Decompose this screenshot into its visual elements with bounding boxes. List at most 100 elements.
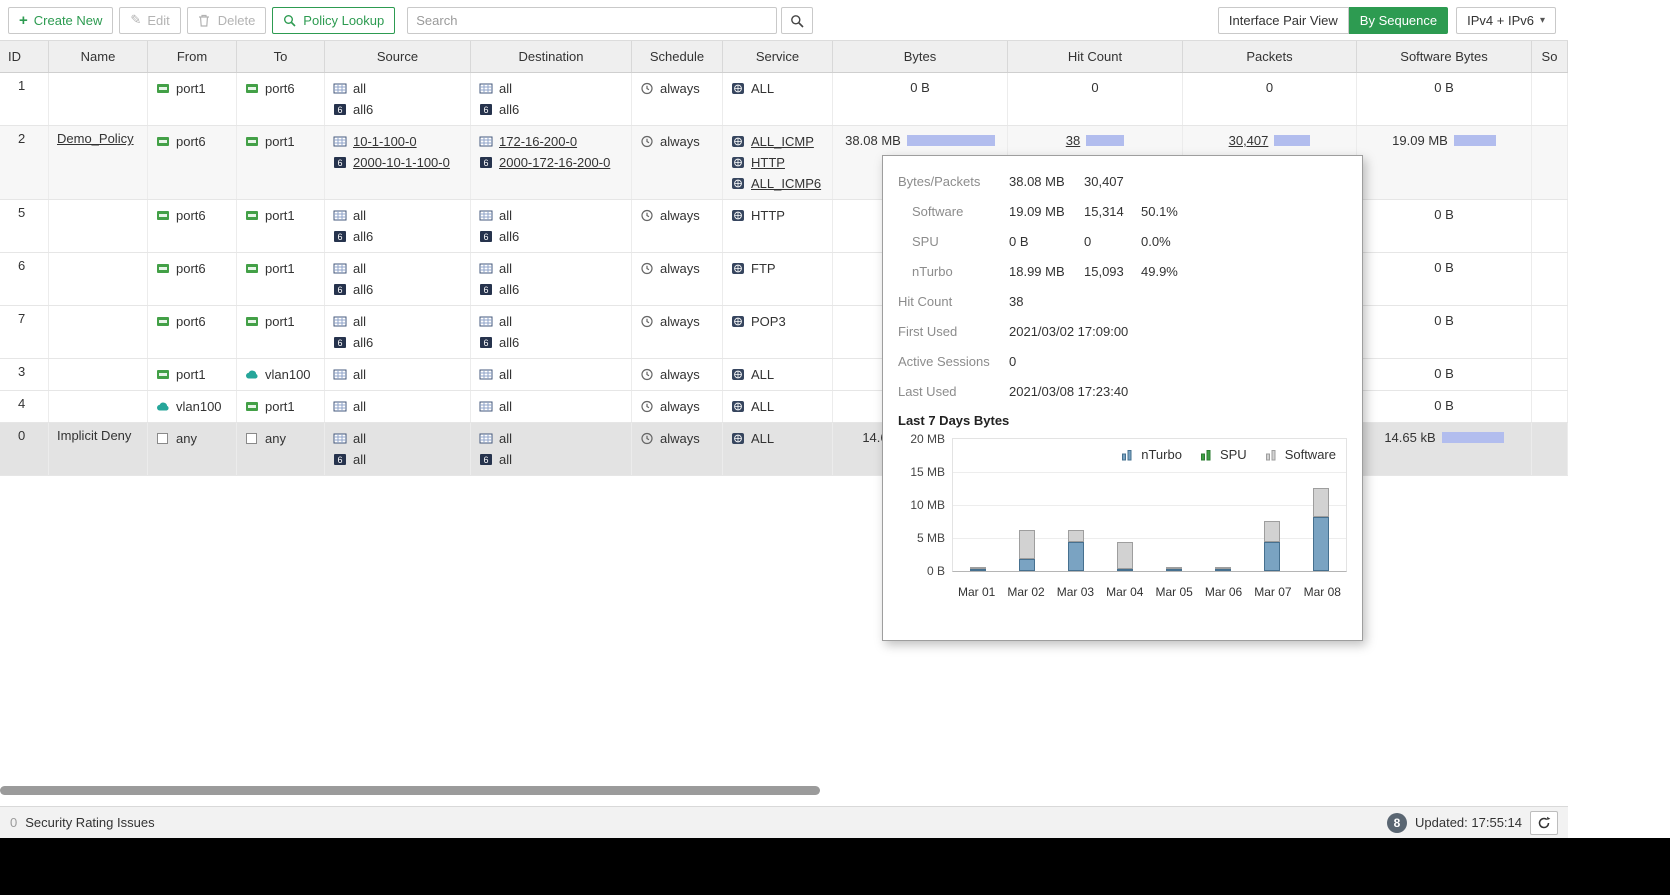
column-header-label: Hit Count: [1068, 49, 1122, 64]
schedule-cell: always: [632, 359, 723, 390]
object-label[interactable]: ALL_ICMP6: [751, 176, 821, 191]
by-sequence-button[interactable]: By Sequence: [1349, 7, 1448, 34]
object-label: POP3: [751, 314, 786, 329]
source-cell: 10-1-100-062000-10-1-100-0: [325, 126, 471, 199]
column-header-service[interactable]: Service: [723, 41, 833, 72]
object-entry: ALL: [731, 396, 824, 417]
object-label[interactable]: HTTP: [751, 155, 785, 170]
legend-item-software[interactable]: Software: [1265, 447, 1336, 462]
column-header-schedule[interactable]: Schedule: [632, 41, 723, 72]
x-tick-label: Mar 05: [1150, 578, 1199, 599]
address-icon: [333, 82, 347, 95]
object-label: all: [499, 314, 512, 329]
any-checkbox-icon: [156, 432, 170, 445]
chart-bar-nturbo: [1117, 569, 1133, 571]
horizontal-scrollbar: [0, 785, 1568, 797]
metric-value: 0: [1266, 80, 1273, 95]
object-label: all6: [353, 102, 373, 117]
column-header-id[interactable]: ID: [0, 41, 49, 72]
source-cell: all: [325, 391, 471, 422]
column-header-label: Bytes: [904, 49, 937, 64]
object-label[interactable]: 10-1-100-0: [353, 134, 417, 149]
interface-pair-view-button[interactable]: Interface Pair View: [1218, 7, 1349, 34]
metric-value[interactable]: 30,407: [1229, 133, 1269, 148]
status-bar-right: 8 Updated: 17:55:14: [1387, 811, 1558, 835]
object-label: ALL: [751, 81, 774, 96]
object-label[interactable]: ALL_ICMP: [751, 134, 814, 149]
chart-bar-nturbo: [970, 569, 986, 571]
chart-bar-nturbo: [1215, 569, 1231, 571]
metric-value[interactable]: 38: [1066, 133, 1080, 148]
address-icon: [479, 135, 493, 148]
object-label[interactable]: 2000-10-1-100-0: [353, 155, 450, 170]
object-label[interactable]: 2000-172-16-200-0: [499, 155, 610, 170]
column-header-bytes[interactable]: Bytes: [833, 41, 1008, 72]
schedule-cell: always: [632, 126, 723, 199]
object-label: all: [353, 452, 366, 467]
extra-cell: [1532, 391, 1568, 422]
object-entry: all: [479, 364, 623, 385]
toolbar: + Create New ✎ Edit Delete Policy Lookup: [0, 0, 1568, 40]
object-entry: always: [640, 364, 714, 385]
column-header-software-bytes[interactable]: Software Bytes: [1357, 41, 1532, 72]
table-row[interactable]: 1port1port6all6all6all6all6alwaysALL0 B0…: [0, 73, 1568, 126]
column-header-packets[interactable]: Packets: [1183, 41, 1357, 72]
search-icon: [790, 14, 804, 27]
from-cell: port1: [148, 73, 237, 125]
column-header-so[interactable]: So: [1532, 41, 1568, 72]
delete-button[interactable]: Delete: [187, 7, 267, 34]
scrollbar-thumb[interactable]: [0, 786, 820, 795]
object-label: all: [499, 452, 512, 467]
policy-lookup-button[interactable]: Policy Lookup: [272, 7, 395, 34]
row-id: 4: [18, 396, 40, 411]
policy-name-cell: [49, 391, 148, 422]
column-header-hit-count[interactable]: Hit Count: [1008, 41, 1183, 72]
object-entry: port6: [245, 78, 316, 99]
interface-icon: [156, 368, 170, 381]
object-label: port6: [176, 314, 206, 329]
object-label[interactable]: 172-16-200-0: [499, 134, 577, 149]
policy-name[interactable]: Demo_Policy: [57, 131, 139, 146]
legend-item-spu[interactable]: SPU: [1200, 447, 1247, 462]
source-cell: all6all6: [325, 200, 471, 252]
address-icon: [479, 209, 493, 222]
create-new-button[interactable]: + Create New: [8, 7, 113, 34]
column-header-from[interactable]: From: [148, 41, 237, 72]
row-id: 7: [18, 311, 40, 326]
from-cell: vlan100: [148, 391, 237, 422]
object-entry: HTTP: [731, 205, 824, 226]
to-cell: port1: [237, 253, 325, 305]
object-label: all: [499, 81, 512, 96]
object-entry: always: [640, 131, 714, 152]
chart-bar-software: [1117, 542, 1133, 569]
bar-group: [1002, 530, 1051, 571]
refresh-button[interactable]: [1530, 811, 1558, 835]
security-rating-label[interactable]: Security Rating Issues: [25, 815, 154, 830]
edit-button[interactable]: ✎ Edit: [119, 7, 180, 34]
column-header-name[interactable]: Name: [49, 41, 148, 72]
ip-version-dropdown[interactable]: IPv4 + IPv6 ▾: [1456, 7, 1556, 34]
object-entry: all: [333, 396, 462, 417]
object-entry: 6all6: [333, 99, 462, 120]
address-icon: [479, 432, 493, 445]
legend-item-nturbo[interactable]: nTurbo: [1121, 447, 1182, 462]
object-entry: always: [640, 428, 714, 449]
service-cell: FTP: [723, 253, 833, 305]
service-icon: [731, 368, 745, 381]
object-entry: 6all6: [333, 332, 462, 353]
stat-value-3: 0.0%: [1141, 234, 1171, 249]
object-label: FTP: [751, 261, 776, 276]
search-button[interactable]: [781, 7, 813, 34]
search-input[interactable]: [407, 7, 777, 34]
stat-label: Last Used: [898, 384, 1009, 399]
interface-icon: [245, 82, 259, 95]
column-header-to[interactable]: To: [237, 41, 325, 72]
object-label: always: [660, 261, 700, 276]
notification-badge: 8: [1387, 813, 1407, 833]
object-entry: port1: [245, 258, 316, 279]
address-icon: [333, 262, 347, 275]
metric-value: 0 B: [1434, 260, 1454, 275]
column-header-source[interactable]: Source: [325, 41, 471, 72]
column-header-destination[interactable]: Destination: [471, 41, 632, 72]
object-entry: port1: [245, 131, 316, 152]
